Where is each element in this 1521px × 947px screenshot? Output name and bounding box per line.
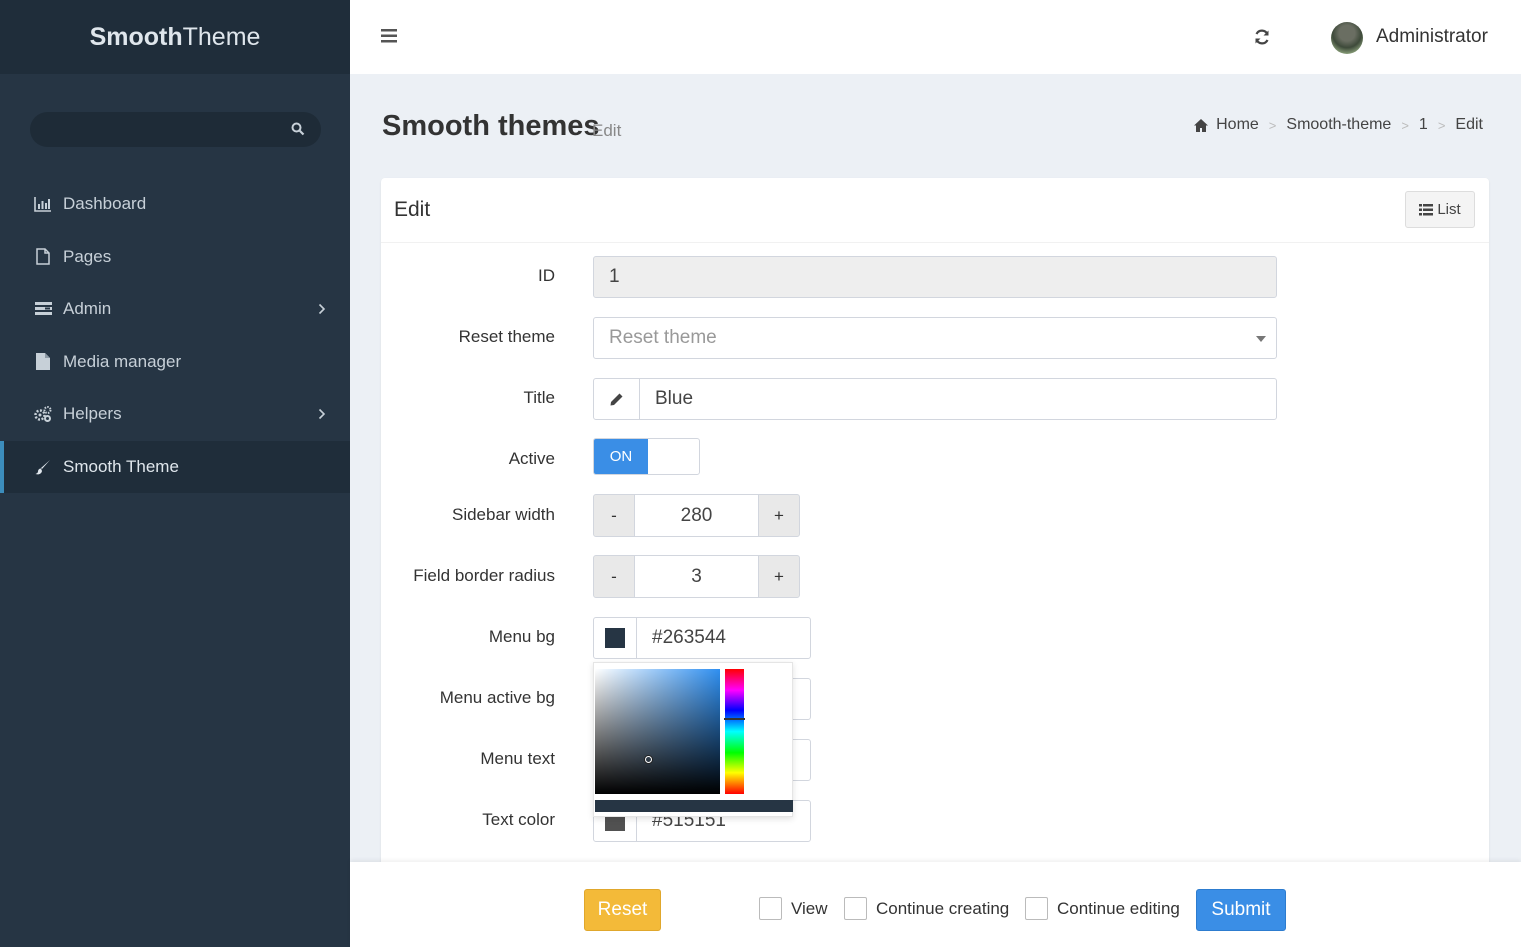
username[interactable]: Administrator: [1376, 26, 1488, 48]
file-solid-icon: [34, 353, 52, 371]
breadcrumb-separator: >: [1437, 117, 1446, 133]
menu-text-label: Menu text: [480, 749, 555, 768]
id-field: 1: [593, 256, 1277, 298]
increment-button[interactable]: +: [758, 494, 800, 537]
color-picker-popup: [593, 662, 793, 817]
continue-editing-checkbox[interactable]: Continue editing: [1025, 897, 1180, 920]
title-input[interactable]: Blue: [593, 378, 1277, 420]
title-label: Title: [523, 388, 556, 407]
list-icon: [1419, 203, 1434, 215]
active-label: Active: [508, 449, 555, 468]
reset-theme-select[interactable]: Reset theme: [593, 317, 1277, 359]
search-icon[interactable]: [291, 122, 305, 136]
sidebar-item-pages[interactable]: Pages: [0, 231, 350, 284]
hamburger-icon[interactable]: [381, 29, 397, 43]
hue-handle[interactable]: [724, 718, 745, 720]
toggle-on-label: ON: [594, 439, 648, 474]
sidebar-item-label: Smooth Theme: [63, 456, 179, 476]
app-logo[interactable]: Smooth Theme: [0, 0, 350, 74]
sidebar-item-admin[interactable]: Admin: [0, 283, 350, 336]
title-value: Blue: [655, 388, 694, 409]
breadcrumb-separator: >: [1268, 117, 1277, 133]
sidebar-item-label: Dashboard: [63, 194, 147, 214]
decrement-button[interactable]: -: [593, 555, 635, 598]
menu-bg-value: #263544: [652, 627, 726, 648]
tasks-icon: [34, 300, 52, 318]
checkbox-label: Continue creating: [876, 898, 1010, 918]
checkbox-label: Continue editing: [1057, 898, 1180, 918]
breadcrumb-smooth-theme[interactable]: Smooth-theme: [1286, 116, 1391, 134]
form-footer: Reset View Continue creating Continue ed…: [350, 862, 1521, 947]
pencil-icon: [594, 379, 640, 419]
decrement-button[interactable]: -: [593, 494, 635, 537]
sidebar-item-label: Helpers: [63, 404, 122, 424]
id-label: ID: [538, 266, 555, 285]
border-radius-label: Field border radius: [413, 566, 555, 585]
avatar[interactable]: [1331, 22, 1363, 54]
sidebar-item-media-manager[interactable]: Media manager: [0, 336, 350, 389]
box-title: Edit: [394, 198, 431, 221]
sidebar-width-stepper: - 280 +: [593, 494, 800, 537]
paint-brush-icon: [34, 458, 52, 476]
menu-bg-swatch: [605, 628, 625, 648]
sidebar-width-input[interactable]: 280: [635, 494, 758, 537]
color-swatch[interactable]: [594, 618, 637, 658]
top-navbar: Administrator: [350, 0, 1521, 74]
menu-bg-color-input[interactable]: #263544: [593, 617, 811, 659]
submit-button[interactable]: Submit: [1196, 889, 1286, 931]
sidebar-item-helpers[interactable]: Helpers: [0, 388, 350, 441]
saturation-area[interactable]: [595, 669, 720, 794]
refresh-icon[interactable]: [1253, 28, 1271, 46]
text-color-label: Text color: [482, 810, 555, 829]
checkbox[interactable]: [759, 897, 782, 920]
sidebar-width-label: Sidebar width: [451, 505, 555, 524]
reset-theme-label: Reset theme: [458, 327, 555, 346]
saturation-handle[interactable]: [645, 756, 652, 763]
breadcrumb-current: Edit: [1455, 116, 1483, 133]
view-checkbox[interactable]: View: [759, 897, 828, 920]
edit-box: Edit List ID 1 Reset theme Reset theme T…: [381, 178, 1489, 878]
checkbox[interactable]: [1025, 897, 1048, 920]
border-radius-stepper: - 3 +: [593, 555, 800, 598]
logo-bold: Smooth: [89, 22, 183, 51]
sidebar-item-label: Media manager: [63, 351, 182, 371]
file-icon: [34, 248, 52, 266]
list-button-label: List: [1437, 201, 1461, 218]
menu-bg-label: Menu bg: [488, 627, 555, 646]
active-toggle[interactable]: ON: [593, 438, 700, 475]
list-button[interactable]: List: [1405, 191, 1475, 228]
chevron-right-icon: [318, 303, 326, 315]
sidebar: Smooth Theme Dashboard Pages Admin Media …: [0, 0, 350, 947]
chevron-right-icon: [318, 408, 326, 420]
logo-light: Theme: [182, 22, 261, 51]
caret-down-icon: [1256, 336, 1266, 342]
bar-chart-icon: [34, 195, 52, 213]
id-value: 1: [609, 266, 620, 287]
home-icon: [1194, 118, 1209, 132]
checkbox[interactable]: [844, 897, 867, 920]
reset-theme-placeholder: Reset theme: [609, 327, 717, 348]
breadcrumb-separator: >: [1401, 117, 1409, 133]
sidebar-item-dashboard[interactable]: Dashboard: [0, 178, 350, 231]
checkbox-label: View: [791, 898, 828, 918]
gears-icon: [34, 405, 52, 423]
page-subtitle: Edit: [592, 121, 622, 140]
color-preview: [595, 800, 793, 812]
sidebar-item-smooth-theme[interactable]: Smooth Theme: [0, 440, 350, 493]
sidebar-menu: Dashboard Pages Admin Media manager Help…: [0, 178, 350, 493]
page-title: Smooth themes: [382, 110, 600, 142]
hue-slider[interactable]: [725, 669, 744, 794]
sidebar-item-label: Admin: [63, 299, 112, 319]
continue-creating-checkbox[interactable]: Continue creating: [844, 897, 1009, 920]
sidebar-item-label: Pages: [63, 246, 112, 266]
breadcrumb-home[interactable]: Home: [1216, 116, 1259, 134]
menu-active-bg-label: Menu active bg: [439, 688, 555, 707]
sidebar-search-input[interactable]: [30, 112, 321, 147]
increment-button[interactable]: +: [758, 555, 800, 598]
border-radius-input[interactable]: 3: [635, 555, 758, 598]
breadcrumb-id[interactable]: 1: [1419, 116, 1428, 134]
reset-button[interactable]: Reset: [584, 889, 661, 931]
box-header: Edit List: [381, 178, 1489, 243]
breadcrumb: Home > Smooth-theme > 1 > Edit: [1194, 116, 1483, 134]
